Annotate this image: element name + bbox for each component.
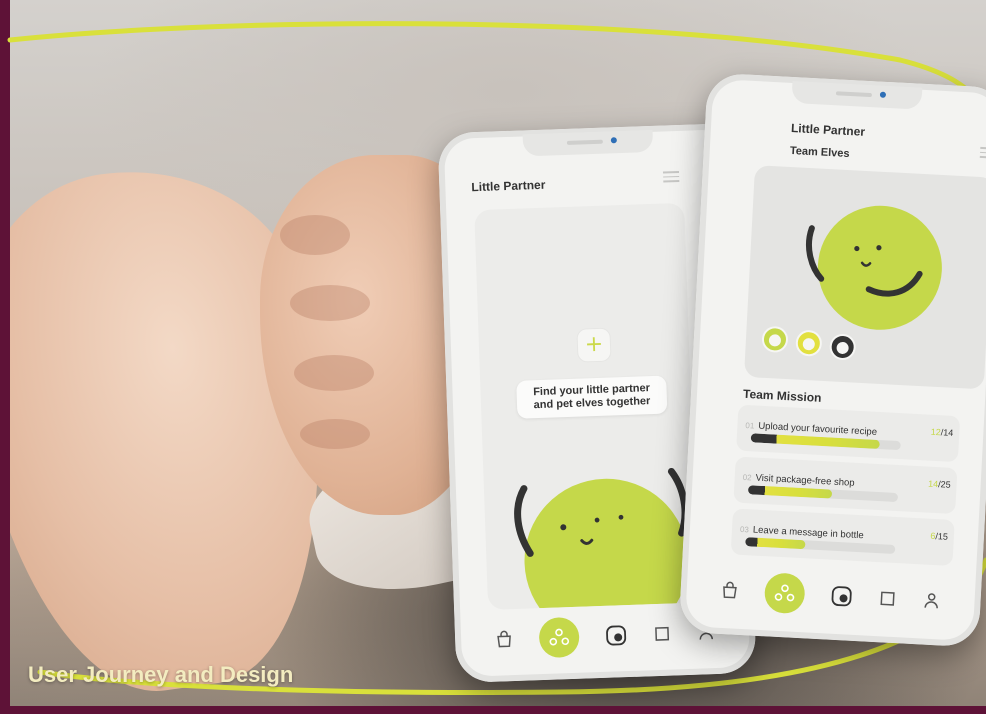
team-name: Team Elves — [789, 144, 850, 161]
mission-item[interactable]: 03 Leave a message in bottle 6/15 — [730, 508, 955, 567]
team-icon[interactable] — [538, 616, 580, 659]
note-icon[interactable] — [878, 589, 897, 608]
mission-item[interactable]: 02 Visit package-free shop 14/25 — [733, 456, 958, 515]
elf-character — [514, 467, 689, 610]
menu-icon[interactable] — [662, 170, 680, 183]
partner-card: + Find your little partner and pet elves… — [474, 202, 699, 610]
face-icon[interactable] — [605, 624, 628, 647]
progress-fill — [745, 537, 806, 550]
team-elves-card — [743, 165, 986, 390]
caption-title: User Journey and Design — [28, 662, 294, 687]
frame-bottom-strip — [0, 706, 986, 714]
note-icon[interactable] — [653, 625, 672, 644]
bag-icon[interactable] — [495, 630, 514, 649]
find-partner-prompt: Find your little partner and pet elves t… — [516, 375, 668, 419]
phone-right: Little Partner Team Elves Team Mission 0… — [678, 72, 986, 648]
elf-character — [806, 205, 942, 330]
plus-icon[interactable]: + — [576, 327, 612, 363]
notch — [791, 80, 923, 110]
menu-icon[interactable] — [979, 146, 986, 159]
face-icon[interactable] — [830, 585, 853, 608]
notch — [522, 129, 654, 157]
bottom-nav — [720, 570, 942, 621]
bag-icon[interactable] — [720, 581, 739, 600]
app-title: Little Partner — [471, 177, 546, 195]
profile-icon[interactable] — [922, 592, 941, 611]
mission-item[interactable]: 01 Upload your favourite recipe 12/14 — [736, 404, 961, 463]
section-title: Team Mission — [742, 386, 822, 405]
team-icon[interactable] — [763, 572, 806, 615]
bottom-nav — [495, 612, 716, 660]
frame-left-strip — [0, 0, 10, 714]
app-title: Little Partner — [790, 120, 866, 139]
